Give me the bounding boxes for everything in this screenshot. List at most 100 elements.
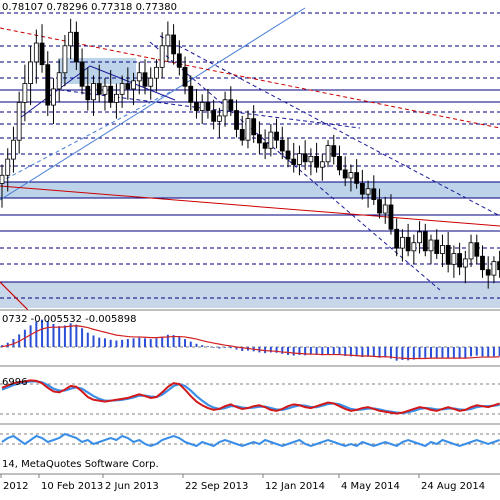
- candle-body: [68, 31, 74, 47]
- macd-panel: 0732 -0.005532 -0.005898: [0, 314, 500, 361]
- candle-body: [136, 72, 142, 82]
- x-tick-label: 2 Jun 2013: [105, 481, 159, 492]
- candle-body: [165, 34, 171, 47]
- candle-body: [314, 155, 320, 168]
- resistance-zone: [0, 182, 500, 198]
- x-tick-label: 22 Sep 2013: [185, 481, 248, 492]
- candle-body: [422, 231, 428, 252]
- candle-body: [491, 261, 497, 276]
- candle-body: [85, 85, 91, 101]
- candle-body: [371, 188, 377, 200]
- candle-body: [474, 242, 480, 257]
- candle-body: [91, 83, 96, 101]
- candle-body: [274, 131, 279, 141]
- candle-body: [325, 145, 331, 163]
- candle-body: [262, 142, 268, 149]
- candle-body: [114, 93, 119, 103]
- candle-body: [291, 158, 297, 165]
- candle-body: [451, 253, 457, 265]
- stochastic-panel: 6996: [0, 377, 500, 415]
- candle-body: [194, 102, 199, 111]
- candle-body: [199, 102, 205, 111]
- candle-body: [125, 83, 131, 90]
- candle-body: [222, 99, 228, 117]
- candle-body: [434, 239, 440, 254]
- support-zone: [0, 282, 500, 308]
- x-tick-label: 2012: [3, 481, 28, 492]
- candlestick-series: [0, 18, 500, 289]
- candle-body: [485, 269, 491, 276]
- candle-body: [182, 66, 188, 87]
- candle-body: [45, 64, 51, 106]
- candle-body: [239, 129, 245, 141]
- bottom-indicator-line: [1, 432, 500, 448]
- candle-body: [171, 34, 177, 55]
- candle-body: [411, 242, 417, 252]
- candle-body: [56, 72, 62, 90]
- candle-body: [22, 83, 28, 103]
- candle-body: [51, 88, 56, 106]
- candle-body: [417, 231, 422, 244]
- candle-body: [302, 153, 308, 163]
- candle-body: [388, 204, 394, 230]
- candle-body: [394, 228, 400, 249]
- candle-body: [337, 155, 342, 171]
- candle-body: [405, 236, 411, 252]
- candle-body: [256, 134, 262, 144]
- candle-body: [440, 245, 445, 254]
- candle-body: [251, 118, 257, 136]
- candle-body: [399, 236, 405, 249]
- candle-body: [279, 139, 285, 152]
- candle-body: [268, 131, 274, 149]
- x-tick-label: 12 Jan 2014: [265, 481, 325, 492]
- copyright-label: 14, MetaQuotes Software Corp.: [2, 459, 159, 470]
- time-axis: 2012 10 Feb 2013 2 Jun 2013 22 Sep 2013 12 J…: [0, 474, 485, 492]
- candle-body: [119, 83, 125, 95]
- candle-body: [159, 45, 165, 68]
- price-panel: 0.78107 0.78296 0.77318 0.77380: [0, 0, 500, 311]
- candle-body: [142, 72, 148, 87]
- candle-body: [73, 31, 79, 63]
- trendline-light-blue-dashed: [0, 91, 171, 183]
- candle-body: [16, 102, 22, 141]
- candle-body: [102, 85, 108, 95]
- candle-body: [480, 255, 485, 271]
- candle-body: [285, 150, 291, 160]
- candle-body: [319, 161, 325, 168]
- x-tick-label: 24 Aug 2014: [421, 481, 485, 492]
- candle-body: [445, 245, 451, 265]
- candle-body: [457, 253, 463, 268]
- candle-body: [359, 182, 365, 195]
- candle-body: [0, 174, 5, 184]
- candle-body: [234, 110, 239, 130]
- candle-body: [245, 118, 251, 141]
- candle-body: [154, 66, 159, 79]
- candle-body: [96, 83, 102, 95]
- candle-body: [211, 110, 217, 122]
- candle-body: [205, 102, 211, 111]
- candle-body: [342, 169, 348, 179]
- stoch-value-label: 6996: [2, 377, 27, 388]
- candle-body: [131, 80, 136, 90]
- candle-body: [377, 199, 382, 214]
- x-tick-label: 10 Feb 2013: [41, 481, 103, 492]
- chart-canvas: 0.78107 0.78296 0.77318 0.77380 0732 -0.…: [0, 0, 500, 492]
- candle-body: [39, 42, 45, 66]
- candle-body: [354, 172, 360, 184]
- candle-body: [5, 158, 11, 176]
- candle-body: [228, 99, 234, 111]
- candle-body: [11, 139, 16, 160]
- candle-body: [468, 242, 474, 260]
- candle-body: [79, 61, 85, 87]
- candle-body: [108, 85, 114, 103]
- x-tick-label: 4 May 2014: [341, 481, 400, 492]
- candle-body: [308, 155, 314, 163]
- ohlc-label: 0.78107 0.78296 0.77318 0.77380: [2, 2, 177, 13]
- candle-body: [176, 53, 182, 68]
- candle-body: [382, 204, 388, 214]
- candle-body: [428, 239, 434, 252]
- candle-body: [462, 258, 468, 268]
- candle-body: [348, 172, 354, 179]
- candle-body: [148, 77, 154, 87]
- candle-body: [216, 115, 222, 122]
